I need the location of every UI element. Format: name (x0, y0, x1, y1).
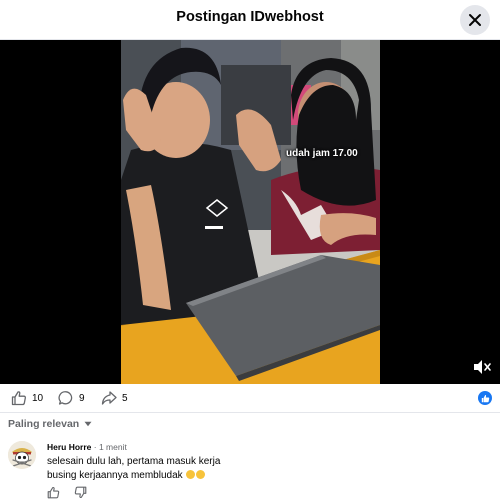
comment-text-line-2-text: busing kerjaannya membludak (47, 470, 183, 481)
share-button[interactable]: 5 (101, 390, 128, 406)
like-reaction-icon (481, 394, 489, 402)
speaker-muted-icon (474, 360, 491, 374)
skull-avatar-image (8, 441, 36, 469)
dialog-title: Postingan IDwebhost (176, 9, 324, 25)
like-count: 10 (32, 392, 44, 404)
blushing-emoji-icon (196, 470, 206, 479)
comment-button[interactable]: 9 (58, 390, 85, 406)
video-frame-image (121, 40, 380, 384)
thumbs-up-icon (11, 391, 26, 406)
comment-actions (47, 486, 87, 504)
thumbs-up-icon (47, 486, 60, 499)
section-divider (0, 412, 500, 413)
close-icon (469, 14, 481, 26)
video-frame (121, 40, 380, 384)
comment-text-line-2: busing kerjaannya membludak (47, 470, 206, 481)
mute-button[interactable] (472, 358, 492, 376)
dialog-header: Postingan IDwebhost (0, 0, 500, 40)
comment-time[interactable]: 1 menit (99, 442, 127, 452)
comment-count: 9 (79, 392, 85, 404)
share-icon (101, 391, 117, 405)
comment-meta: Heru Horre · 1 menit (47, 442, 127, 452)
like-button[interactable]: 10 (11, 390, 43, 406)
action-bar: 10 9 5 (0, 384, 500, 412)
comment-separator: · (91, 442, 99, 452)
thumbs-down-icon (74, 486, 87, 499)
comment-sort-dropdown[interactable]: Paling relevan (8, 418, 92, 430)
comment-text-line-1: selesain dulu lah, pertama masuk kerja (47, 456, 221, 467)
blushing-emoji-icon (186, 470, 196, 479)
react-button[interactable] (478, 391, 492, 405)
sort-label: Paling relevan (8, 418, 80, 430)
close-button[interactable] (460, 5, 490, 35)
comment-dislike-button[interactable] (74, 486, 87, 504)
caret-down-icon (84, 421, 92, 427)
comment-author[interactable]: Heru Horre (47, 442, 91, 452)
comment-like-button[interactable] (47, 486, 60, 504)
commenter-avatar[interactable] (8, 441, 36, 469)
comment-icon (58, 391, 73, 405)
video-caption: udah jam 17.00 (286, 148, 358, 159)
video-player[interactable]: udah jam 17.00 (0, 40, 500, 384)
share-count: 5 (122, 392, 128, 404)
